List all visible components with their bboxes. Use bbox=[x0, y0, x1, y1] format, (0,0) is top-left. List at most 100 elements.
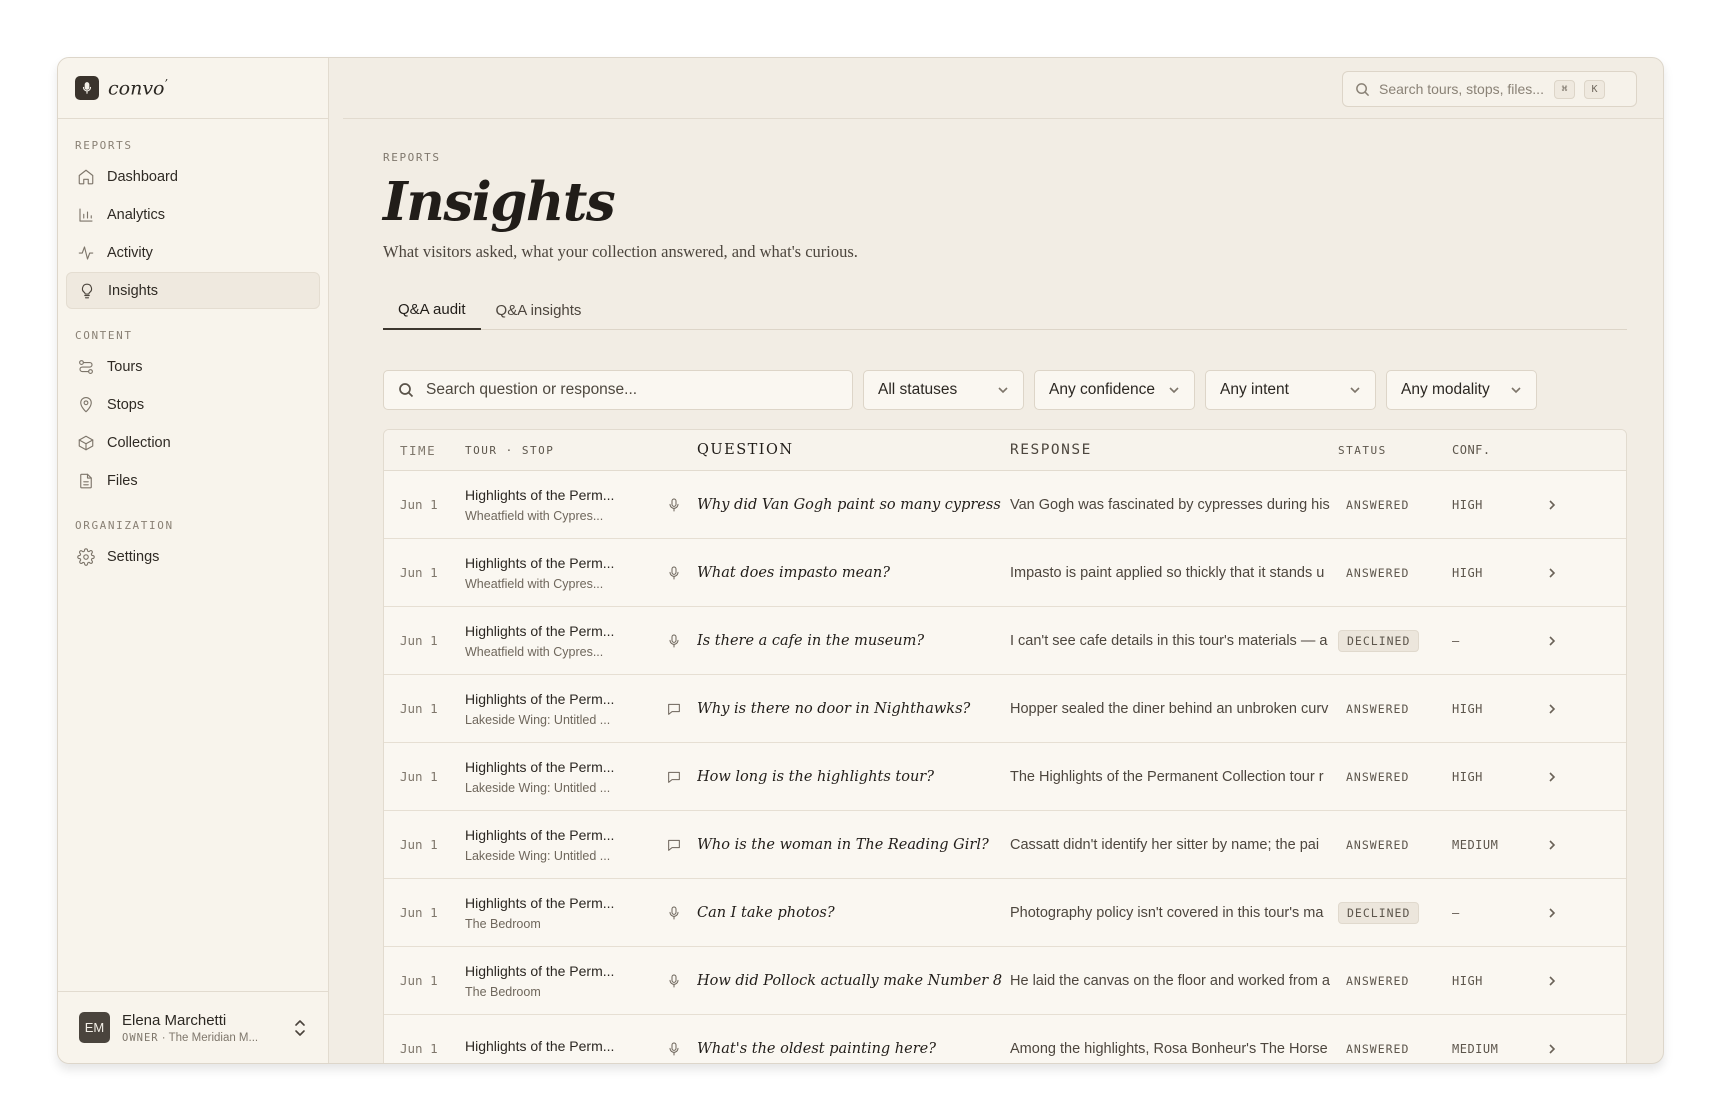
sidebar-item-activity[interactable]: Activity bbox=[66, 234, 320, 271]
tour-name: Highlights of the Perm... bbox=[465, 758, 615, 775]
row-open[interactable] bbox=[1532, 703, 1572, 715]
row-response: He laid the canvas on the floor and work… bbox=[1010, 972, 1330, 989]
modality bbox=[651, 497, 697, 513]
row-open[interactable] bbox=[1532, 635, 1572, 647]
microphone-icon bbox=[669, 566, 679, 579]
row-time: Jun 1 bbox=[400, 633, 438, 648]
row-question: How long is the highlights tour? bbox=[697, 768, 935, 785]
table-header: TIME TOUR · STOP QUESTION RESPONSE STATU… bbox=[384, 430, 1626, 471]
sidebar-item-tours[interactable]: Tours bbox=[66, 348, 320, 385]
stop-name: Wheatfield with Cypres... bbox=[465, 576, 604, 591]
tab-qa-insights[interactable]: Q&A insights bbox=[481, 290, 597, 330]
microphone-icon bbox=[669, 974, 679, 987]
confidence-filter[interactable]: Any confidence bbox=[1034, 370, 1195, 410]
table-row[interactable]: Jun 1 Highlights of the Perm... Wheatfie… bbox=[384, 607, 1626, 675]
row-open[interactable] bbox=[1532, 839, 1572, 851]
table-row[interactable]: Jun 1 Highlights of the Perm... Wheatfie… bbox=[384, 539, 1626, 607]
filters-bar: Search question or response... All statu… bbox=[383, 370, 1627, 410]
qa-search-input[interactable]: Search question or response... bbox=[383, 370, 853, 410]
row-response: Among the highlights, Rosa Bonheur's The… bbox=[1010, 1040, 1328, 1057]
header-time: TIME bbox=[400, 442, 437, 458]
sidebar-item-collection[interactable]: Collection bbox=[66, 424, 320, 461]
chat-bubble-icon bbox=[668, 771, 680, 783]
table-row[interactable]: Jun 1 Highlights of the Perm... The Bedr… bbox=[384, 879, 1626, 947]
status-filter-value: All statuses bbox=[878, 381, 958, 398]
table-row[interactable]: Jun 1 Highlights of the Perm... Wheatfie… bbox=[384, 471, 1626, 539]
stop-name: Lakeside Wing: Untitled ... bbox=[465, 712, 611, 727]
sidebar-item-label: Activity bbox=[107, 244, 153, 261]
tour-name: Highlights of the Perm... bbox=[465, 554, 615, 571]
sidebar-item-stops[interactable]: Stops bbox=[66, 386, 320, 423]
user-name: Elena Marchetti bbox=[122, 1011, 227, 1029]
chat-bubble-icon bbox=[668, 703, 680, 715]
sidebar-item-analytics[interactable]: Analytics bbox=[66, 196, 320, 233]
sidebar-item-label: Tours bbox=[107, 358, 143, 375]
sidebar-item-label: Insights bbox=[108, 282, 158, 299]
row-status: DECLINED bbox=[1338, 901, 1452, 924]
global-search-placeholder: Search tours, stops, files... bbox=[1379, 81, 1544, 97]
table-row[interactable]: Jun 1 Highlights of the Perm... Lakeside… bbox=[384, 743, 1626, 811]
status-badge: ANSWERED bbox=[1346, 769, 1410, 784]
sidebar-item-label: Collection bbox=[107, 434, 171, 451]
tour-name: Highlights of the Perm... bbox=[465, 894, 615, 911]
chevron-right-icon bbox=[1549, 635, 1556, 646]
sidebar-item-insights[interactable]: Insights bbox=[66, 272, 320, 309]
modality-filter[interactable]: Any modality bbox=[1386, 370, 1537, 410]
row-tour-stop: Highlights of the Perm... Wheatfield wit… bbox=[465, 555, 651, 591]
row-confidence: HIGH bbox=[1452, 565, 1483, 580]
gear-icon bbox=[77, 547, 95, 566]
sidebar-item-dashboard[interactable]: Dashboard bbox=[66, 158, 320, 195]
status-badge: DECLINED bbox=[1338, 901, 1420, 924]
status-filter[interactable]: All statuses bbox=[863, 370, 1024, 410]
user-menu[interactable]: EM Elena Marchetti OWNER · The Meridian … bbox=[58, 991, 328, 1063]
status-badge: ANSWERED bbox=[1346, 1041, 1410, 1056]
row-response: Impasto is paint applied so thickly that… bbox=[1010, 564, 1325, 581]
row-tour-stop: Highlights of the Perm... bbox=[465, 1038, 651, 1060]
chevron-right-icon bbox=[1549, 567, 1556, 578]
table-row[interactable]: Jun 1 Highlights of the Perm... The Bedr… bbox=[384, 947, 1626, 1015]
table-row[interactable]: Jun 1 Highlights of the Perm... Lakeside… bbox=[384, 675, 1626, 743]
sidebar-nav: REPORTS Dashboard Analytics Activity Insight… bbox=[58, 119, 328, 576]
modality bbox=[651, 565, 697, 581]
row-question: Is there a cafe in the museum? bbox=[697, 632, 925, 649]
nav-heading: REPORTS bbox=[75, 139, 133, 152]
row-open[interactable] bbox=[1532, 499, 1572, 511]
row-time: Jun 1 bbox=[400, 701, 438, 716]
topbar: Search tours, stops, files... ⌘ K bbox=[343, 58, 1663, 119]
intent-filter[interactable]: Any intent bbox=[1205, 370, 1376, 410]
row-time: Jun 1 bbox=[400, 905, 438, 920]
row-open[interactable] bbox=[1532, 1043, 1572, 1055]
row-status: ANSWERED bbox=[1338, 699, 1452, 719]
microphone-icon bbox=[669, 634, 679, 647]
row-open[interactable] bbox=[1532, 907, 1572, 919]
tour-name: Highlights of the Perm... bbox=[465, 826, 615, 843]
row-confidence: HIGH bbox=[1452, 701, 1483, 716]
chevron-right-icon bbox=[1549, 771, 1556, 782]
global-search[interactable]: Search tours, stops, files... ⌘ K bbox=[1342, 71, 1637, 107]
row-question: What does impasto mean? bbox=[697, 564, 890, 581]
modality bbox=[651, 837, 697, 853]
sidebar-item-files[interactable]: Files bbox=[66, 462, 320, 499]
table-row[interactable]: Jun 1 Highlights of the Perm... What's t… bbox=[384, 1015, 1626, 1063]
row-open[interactable] bbox=[1532, 975, 1572, 987]
chevron-right-icon bbox=[1549, 975, 1556, 986]
row-open[interactable] bbox=[1532, 771, 1572, 783]
status-badge: ANSWERED bbox=[1346, 973, 1410, 988]
table-row[interactable]: Jun 1 Highlights of the Perm... Lakeside… bbox=[384, 811, 1626, 879]
row-tour-stop: Highlights of the Perm... Wheatfield wit… bbox=[465, 487, 651, 523]
lightbulb-icon bbox=[81, 283, 93, 298]
row-response: Van Gogh was fascinated by cypresses dur… bbox=[1010, 496, 1330, 513]
breadcrumb: REPORTS bbox=[383, 151, 441, 164]
row-open[interactable] bbox=[1532, 567, 1572, 579]
nav-heading: ORGANIZATION bbox=[75, 519, 174, 532]
row-response: I can't see cafe details in this tour's … bbox=[1010, 632, 1328, 649]
row-status: DECLINED bbox=[1338, 629, 1452, 652]
activity-icon bbox=[78, 245, 94, 260]
tab-qa-audit[interactable]: Q&A audit bbox=[383, 290, 481, 330]
user-role: OWNER · The Meridian M... bbox=[122, 1031, 259, 1044]
chevron-right-icon bbox=[1549, 703, 1556, 714]
chevron-up-down-icon[interactable] bbox=[293, 1019, 307, 1037]
home-icon bbox=[78, 169, 94, 184]
sidebar-item-settings[interactable]: Settings bbox=[66, 538, 320, 575]
brand[interactable]: convo’ bbox=[58, 58, 328, 119]
